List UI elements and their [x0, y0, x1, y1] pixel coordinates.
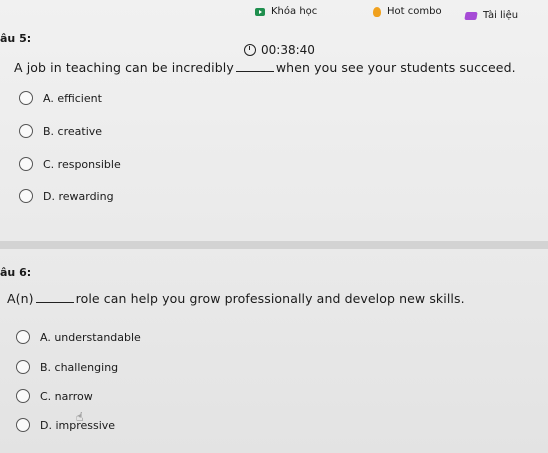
- clock-icon: [244, 44, 256, 56]
- nav-label: Hot combo: [387, 6, 442, 17]
- radio-button[interactable]: [19, 157, 33, 171]
- top-nav: Khóa học Hot combo Tài liệu: [0, 6, 548, 26]
- q6-option-b[interactable]: B. challenging: [16, 360, 118, 374]
- q5-option-b[interactable]: B. creative: [19, 124, 102, 138]
- radio-button[interactable]: [16, 418, 30, 432]
- fire-icon: [373, 6, 381, 17]
- nav-item-courses[interactable]: Khóa học: [255, 6, 317, 17]
- question-text-after: when you see your students succeed.: [275, 60, 516, 75]
- option-label: B. creative: [43, 124, 103, 138]
- question-text-after: role can help you grow professionally an…: [75, 291, 465, 306]
- question-5-text: A job in teaching can be incredibly when …: [14, 60, 516, 75]
- nav-label: Khóa học: [271, 6, 318, 17]
- nav-label: Tài liệu: [483, 10, 519, 21]
- question-6-text: A(n) role can help you grow professionall…: [7, 291, 465, 306]
- radio-button[interactable]: [16, 389, 30, 403]
- answer-blank: [235, 70, 274, 72]
- question-5-label: âu 5:: [0, 32, 32, 45]
- question-text-before: A job in teaching can be incredibly: [14, 60, 234, 75]
- option-label: C. responsible: [43, 157, 121, 171]
- book-icon: [464, 11, 478, 20]
- radio-button[interactable]: [19, 189, 33, 203]
- section-divider: [0, 241, 548, 249]
- timer: 00:38:40: [244, 43, 315, 57]
- question-text-before: A(n): [7, 291, 34, 306]
- timer-value: 00:38:40: [261, 43, 315, 57]
- q6-option-d[interactable]: D. impressive: [16, 418, 115, 432]
- radio-button[interactable]: [16, 330, 30, 344]
- option-label: B. challenging: [40, 360, 119, 374]
- option-label: A. understandable: [40, 330, 141, 344]
- radio-button[interactable]: [19, 124, 33, 138]
- q5-option-a[interactable]: A. efficient: [19, 91, 102, 105]
- nav-item-materials[interactable]: Tài liệu: [464, 10, 519, 21]
- q6-option-c[interactable]: C. narrow: [16, 389, 93, 403]
- quiz-page: Khóa học Hot combo Tài liệu âu 5: 00:38:…: [0, 0, 548, 453]
- q5-option-d[interactable]: D. rewarding: [19, 189, 114, 203]
- play-icon: [255, 7, 265, 16]
- option-label: A. efficient: [43, 91, 102, 105]
- q6-option-a[interactable]: A. understandable: [16, 330, 141, 344]
- nav-item-hot-combo[interactable]: Hot combo: [373, 6, 442, 17]
- radio-button[interactable]: [16, 360, 30, 374]
- q5-option-c[interactable]: C. responsible: [19, 157, 121, 171]
- answer-blank: [35, 301, 74, 303]
- question-6-label: âu 6:: [0, 266, 32, 279]
- option-label: D. rewarding: [43, 189, 114, 203]
- option-label: C. narrow: [40, 389, 93, 403]
- radio-button[interactable]: [19, 91, 33, 105]
- hand-cursor-icon: ☝: [76, 410, 84, 424]
